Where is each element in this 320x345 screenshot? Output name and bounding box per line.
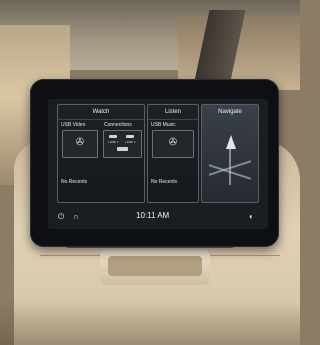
connections-label: Connections: [104, 122, 132, 128]
map-road-line: [229, 145, 231, 185]
hdmi-1-icon: [109, 135, 117, 138]
usb-video-label: USB Video: [61, 122, 86, 128]
watch-recents: No Recents: [61, 179, 88, 185]
seat-back-handle-slot: [108, 256, 202, 276]
navigate-title: Navigate: [218, 109, 242, 115]
watch-panel[interactable]: Watch USB Video Connections ✇ HDMI 1 HDM…: [57, 104, 145, 203]
navigation-arrow-icon: [226, 135, 236, 149]
rear-seat-entertainment-display: Watch USB Video Connections ✇ HDMI 1 HDM…: [30, 79, 279, 247]
listen-title: Listen: [148, 105, 198, 120]
usb-drive-icon: ✇: [75, 137, 85, 148]
usb-port-icon: [117, 147, 128, 151]
listen-recents: No Recents: [151, 179, 178, 185]
bottom-bar: ⏻ ∩ 10:11 AM ◐: [48, 206, 268, 229]
usb-music-label: USB Music: [151, 122, 176, 128]
hdmi-2-icon: [126, 135, 134, 138]
power-icon[interactable]: ⏻: [58, 212, 64, 222]
listen-panel[interactable]: Listen USB Music ✇ No Recents: [147, 104, 199, 203]
floor-shadow: [0, 300, 300, 345]
navigate-panel[interactable]: Navigate: [201, 104, 259, 203]
connections-tile[interactable]: HDMI 1 HDMI 2: [103, 130, 142, 158]
watch-title: Watch: [58, 105, 144, 120]
clock: 10:11 AM: [136, 211, 170, 220]
display-screen: Watch USB Video Connections ✇ HDMI 1 HDM…: [48, 99, 268, 229]
hdmi-1-label: HDMI 1: [108, 140, 119, 144]
usb-music-tile[interactable]: ✇: [152, 130, 194, 158]
settings-icon[interactable]: ◐: [249, 212, 254, 222]
hdmi-2-label: HDMI 2: [125, 140, 136, 144]
usb-drive-icon: ✇: [168, 137, 178, 148]
headphones-icon[interactable]: ∩: [73, 212, 79, 222]
usb-video-tile[interactable]: ✇: [62, 130, 98, 158]
